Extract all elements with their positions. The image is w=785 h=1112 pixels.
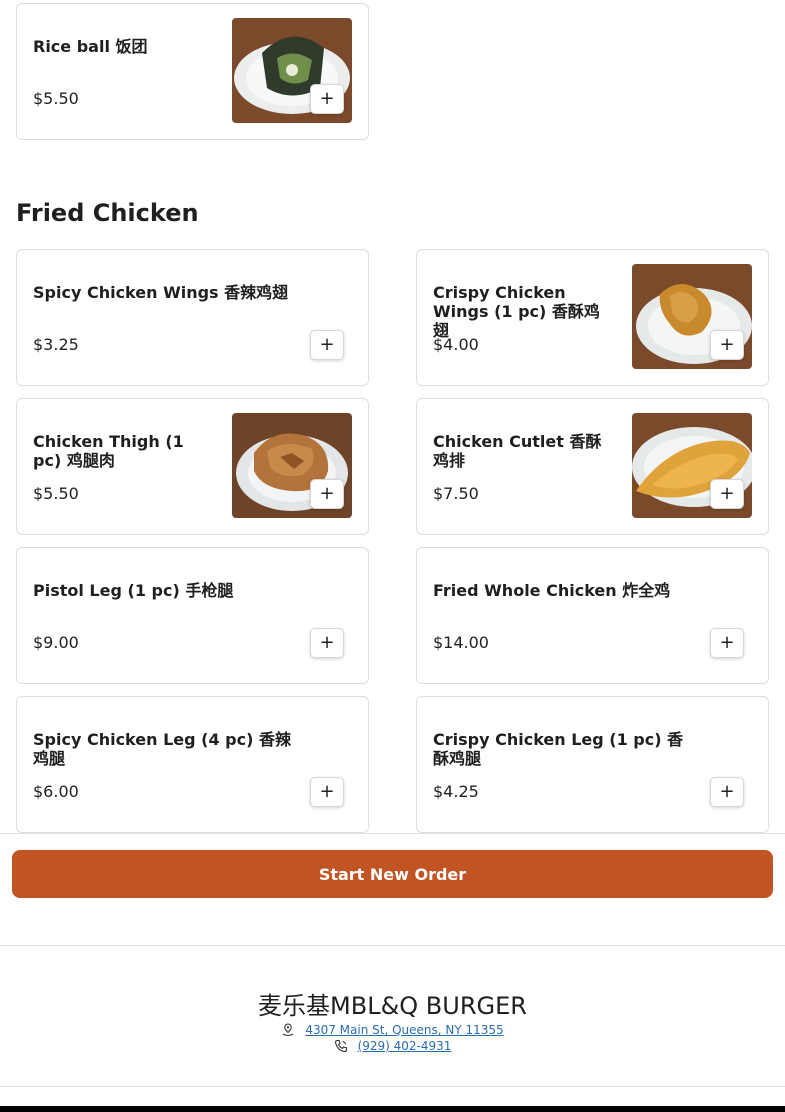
item-price: $9.00 bbox=[33, 633, 79, 652]
phone-link[interactable]: (929) 402-4931 bbox=[358, 1039, 452, 1053]
address-link[interactable]: 4307 Main St, Queens, NY 11355 bbox=[305, 1023, 503, 1037]
page-bottom-strip bbox=[0, 1106, 785, 1112]
item-price: $5.50 bbox=[33, 484, 79, 503]
add-button[interactable]: + bbox=[710, 330, 744, 360]
phone-icon bbox=[334, 1039, 348, 1053]
start-new-order-button[interactable]: Start New Order bbox=[12, 850, 773, 898]
item-name: Pistol Leg (1 pc) 手枪腿 bbox=[33, 581, 234, 600]
add-button[interactable]: + bbox=[710, 628, 744, 658]
menu-item-card[interactable]: Rice ball 饭团 $5.50 + bbox=[16, 3, 369, 140]
item-name: Rice ball 饭团 bbox=[33, 37, 148, 56]
add-button[interactable]: + bbox=[710, 777, 744, 807]
menu-item-card[interactable]: Spicy Chicken Leg (4 pc) 香辣鸡腿 $6.00 + bbox=[16, 696, 369, 833]
item-name: Spicy Chicken Wings 香辣鸡翅 bbox=[33, 283, 289, 302]
menu-item-card[interactable]: Chicken Cutlet 香酥鸡排 $7.50 + bbox=[416, 398, 769, 535]
item-price: $4.00 bbox=[433, 335, 479, 354]
item-price: $6.00 bbox=[33, 782, 79, 801]
item-price: $14.00 bbox=[433, 633, 489, 652]
item-name: Spicy Chicken Leg (4 pc) 香辣鸡腿 bbox=[33, 730, 291, 768]
item-price: $7.50 bbox=[433, 484, 479, 503]
menu-item-card[interactable]: Crispy Chicken Leg (1 pc) 香酥鸡腿 $4.25 + bbox=[416, 696, 769, 833]
menu-item-card[interactable]: Chicken Thigh (1 pc) 鸡腿肉 $5.50 + bbox=[16, 398, 369, 535]
add-button[interactable]: + bbox=[310, 330, 344, 360]
item-name: Chicken Cutlet 香酥鸡排 bbox=[433, 432, 602, 470]
add-button[interactable]: + bbox=[310, 479, 344, 509]
menu-item-card[interactable]: Crispy Chicken Wings (1 pc) 香酥鸡翅 $4.00 + bbox=[416, 249, 769, 386]
add-button[interactable]: + bbox=[310, 777, 344, 807]
item-price: $4.25 bbox=[433, 782, 479, 801]
menu-item-card[interactable]: Pistol Leg (1 pc) 手枪腿 $9.00 + bbox=[16, 547, 369, 684]
item-price: $5.50 bbox=[33, 89, 79, 108]
location-pin-icon bbox=[281, 1023, 295, 1037]
add-button[interactable]: + bbox=[310, 628, 344, 658]
store-name: 麦乐基MBL&Q BURGER bbox=[258, 992, 527, 1020]
item-name: Crispy Chicken Wings (1 pc) 香酥鸡翅 bbox=[433, 283, 600, 340]
menu-item-card[interactable]: Fried Whole Chicken 炸全鸡 $14.00 + bbox=[416, 547, 769, 684]
phone-row: (929) 402-4931 bbox=[0, 1039, 785, 1053]
item-name: Chicken Thigh (1 pc) 鸡腿肉 bbox=[33, 432, 184, 470]
item-name: Fried Whole Chicken 炸全鸡 bbox=[433, 581, 671, 600]
address-row: 4307 Main St, Queens, NY 11355 bbox=[0, 1023, 785, 1037]
restaurant-footer: 麦乐基MBL&Q BURGER 4307 Main St, Queens, NY… bbox=[0, 946, 785, 1087]
item-name: Crispy Chicken Leg (1 pc) 香酥鸡腿 bbox=[433, 730, 684, 768]
section-title: Fried Chicken bbox=[16, 199, 199, 227]
add-button[interactable]: + bbox=[710, 479, 744, 509]
add-button[interactable]: + bbox=[310, 84, 344, 114]
menu-item-card[interactable]: Spicy Chicken Wings 香辣鸡翅 $3.25 + bbox=[16, 249, 369, 386]
item-price: $3.25 bbox=[33, 335, 79, 354]
order-bar: Start New Order bbox=[0, 833, 785, 946]
